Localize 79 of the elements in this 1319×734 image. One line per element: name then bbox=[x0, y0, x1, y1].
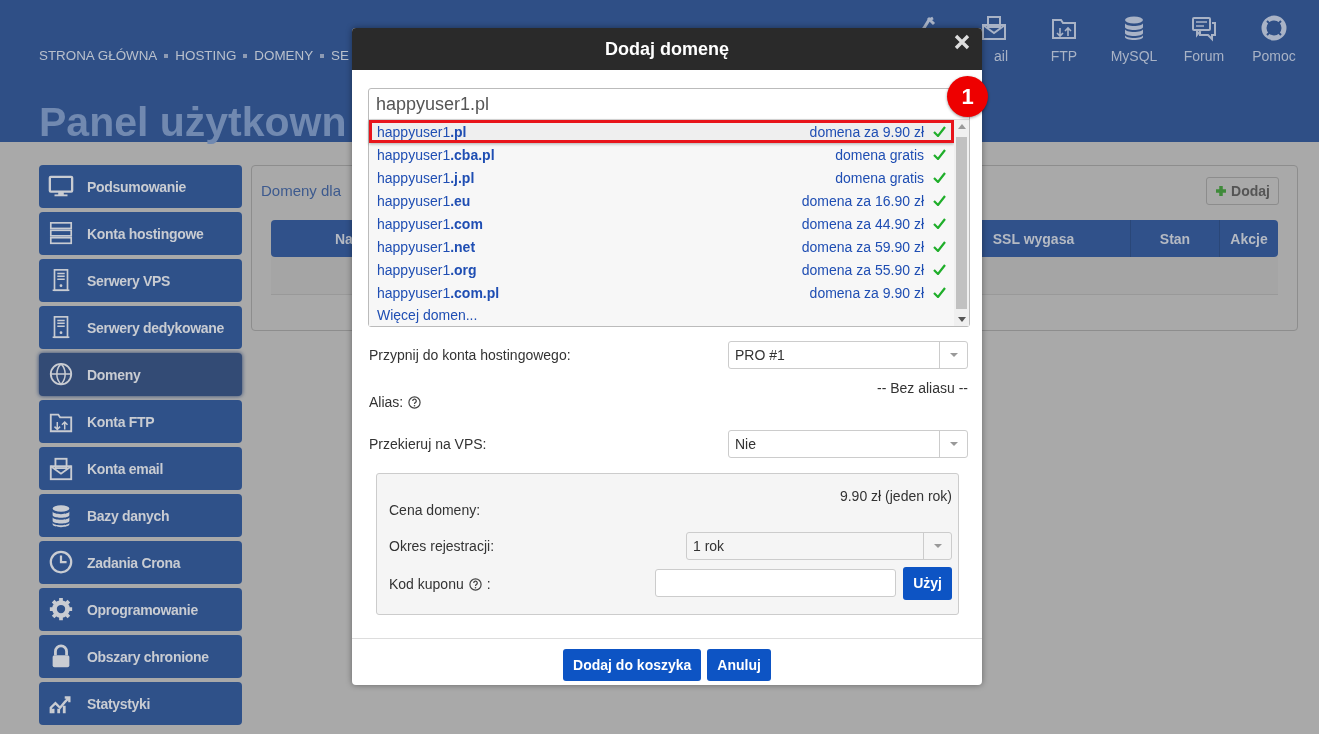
tool-label[interactable]: Pomoc bbox=[1252, 48, 1296, 64]
sidebar-item[interactable]: Obszary chronione bbox=[39, 635, 242, 678]
server-icon bbox=[47, 220, 75, 247]
coupon-field[interactable] bbox=[655, 568, 897, 597]
arrow-up-icon bbox=[957, 124, 966, 129]
close-icon[interactable] bbox=[954, 34, 970, 50]
column-header: Na bbox=[335, 230, 353, 247]
suggestion-item[interactable]: happyuser1.com.pl domena za 9.90 zł bbox=[369, 281, 954, 304]
check-icon bbox=[933, 126, 946, 137]
field-label: Okres rejestracji: bbox=[389, 538, 495, 554]
nav-link[interactable]: DOMENY bbox=[254, 48, 314, 63]
globe-icon bbox=[47, 361, 75, 388]
lifebuoy-icon[interactable] bbox=[1260, 14, 1288, 42]
suggestion-item[interactable]: happyuser1.cba.pl domena gratis bbox=[369, 143, 954, 166]
apply-button[interactable]: Użyj bbox=[903, 566, 952, 600]
envelope-icon[interactable] bbox=[980, 14, 1008, 42]
sidebar-item[interactable]: Konta email bbox=[39, 447, 242, 490]
check-icon bbox=[933, 241, 946, 252]
field-label: Przekieruj na VPS: bbox=[369, 436, 487, 452]
arrow-down-icon bbox=[957, 317, 966, 322]
column-header: Stan bbox=[1159, 230, 1191, 247]
cancel-button[interactable]: Anuluj bbox=[707, 649, 771, 681]
field-label: Przypnij do konta hostingowego: bbox=[369, 347, 571, 363]
sidebar-item[interactable]: Podsumowanie bbox=[39, 165, 242, 208]
caret-icon bbox=[949, 441, 958, 447]
sidebar-item[interactable]: Zadania Crona bbox=[39, 541, 242, 584]
dropdown[interactable]: 1 rok bbox=[686, 532, 952, 560]
nav-link[interactable]: STRONA GŁÓWNA bbox=[39, 48, 158, 63]
check-icon bbox=[933, 195, 946, 206]
suggestion-item[interactable]: happyuser1.com domena za 44.90 zł bbox=[369, 212, 954, 235]
clock-icon bbox=[47, 549, 75, 576]
tool-label[interactable]: ail bbox=[994, 48, 1008, 64]
sidebar-item[interactable]: Konta hostingowe bbox=[39, 212, 242, 255]
chat-icon[interactable] bbox=[1190, 14, 1218, 42]
field-label: Kod kuponu bbox=[389, 576, 464, 592]
check-icon bbox=[933, 172, 946, 183]
tool-label[interactable]: FTP bbox=[1050, 48, 1078, 64]
caret-icon bbox=[933, 543, 942, 549]
gear-icon bbox=[47, 596, 75, 623]
nav-link[interactable]: HOSTING bbox=[175, 48, 237, 63]
field-value: 9.90 zł (jeden rok) bbox=[839, 488, 952, 504]
field-label: Alias: bbox=[369, 394, 404, 410]
suggestion-item[interactable]: happyuser1.net domena za 59.90 zł bbox=[369, 235, 954, 258]
column-header: Akcje bbox=[1230, 230, 1268, 247]
sidebar-item[interactable]: Oprogramowanie bbox=[39, 588, 242, 631]
caret-icon bbox=[949, 352, 958, 358]
dialog-title: Dodaj domenę bbox=[605, 38, 729, 60]
suggestion-item[interactable]: happyuser1.j.pl domena gratis bbox=[369, 166, 954, 189]
check-icon bbox=[933, 264, 946, 275]
suggestion-item[interactable]: happyuser1.pl domena za 9.90 zł bbox=[369, 120, 954, 143]
more-link[interactable]: Więcej domen... bbox=[369, 304, 486, 326]
check-icon bbox=[933, 218, 946, 229]
dropdown[interactable]: PRO #1 bbox=[728, 341, 968, 369]
add-to-cart-button[interactable]: Dodaj do koszyka bbox=[563, 649, 702, 681]
suggestion-item[interactable]: happyuser1.org domena za 55.90 zł bbox=[369, 258, 954, 281]
tool-label[interactable]: MySQL bbox=[1110, 48, 1158, 64]
sidebar-item[interactable]: Domeny bbox=[39, 353, 242, 396]
nav-link[interactable]: SE bbox=[331, 48, 349, 63]
sidebar-item[interactable]: Serwery VPS bbox=[39, 259, 242, 302]
envelope-icon bbox=[47, 455, 75, 482]
suggestion-item[interactable]: happyuser1.eu domena za 16.90 zł bbox=[369, 189, 954, 212]
sidebar-item[interactable]: Serwery dedykowane bbox=[39, 306, 242, 349]
domain-search-field[interactable]: happyuser1.pl bbox=[369, 89, 945, 119]
tool-label[interactable]: Forum bbox=[1183, 48, 1225, 64]
sidebar-item[interactable]: Bazy danych bbox=[39, 494, 242, 537]
field-label: : bbox=[486, 576, 491, 592]
column-header: SSL wygasa bbox=[992, 230, 1075, 247]
check-icon bbox=[933, 287, 946, 298]
page-title: Panel użytkown bbox=[39, 98, 347, 146]
check-icon bbox=[933, 149, 946, 160]
dropdown[interactable]: Nie bbox=[728, 430, 968, 458]
field-label: Cena domeny: bbox=[389, 502, 481, 518]
panel-heading: Domeny dla bbox=[261, 182, 342, 199]
sidebar-item[interactable]: Konta FTP bbox=[39, 400, 242, 443]
sidebar-item[interactable]: Statystyki bbox=[39, 682, 242, 725]
scrollbar[interactable] bbox=[954, 120, 969, 326]
field-value: -- Bez aliasu -- bbox=[876, 380, 968, 396]
add-button[interactable]: Dodaj bbox=[1206, 177, 1279, 205]
plus-icon bbox=[1215, 185, 1228, 197]
